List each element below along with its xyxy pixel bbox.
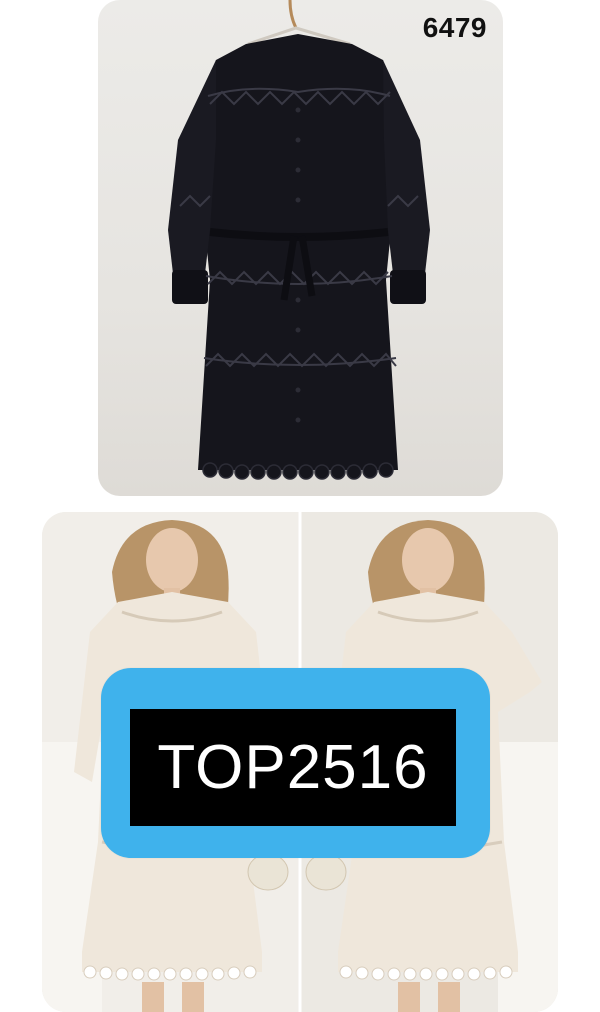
- black-dress-illustration: [168, 0, 430, 480]
- promo-code-label: TOP2516: [130, 709, 456, 826]
- product-code-label: 6479: [422, 12, 487, 43]
- product-image-page: 6479 TOP2516: [0, 0, 600, 1012]
- black-dress-photo: 6479: [98, 0, 503, 496]
